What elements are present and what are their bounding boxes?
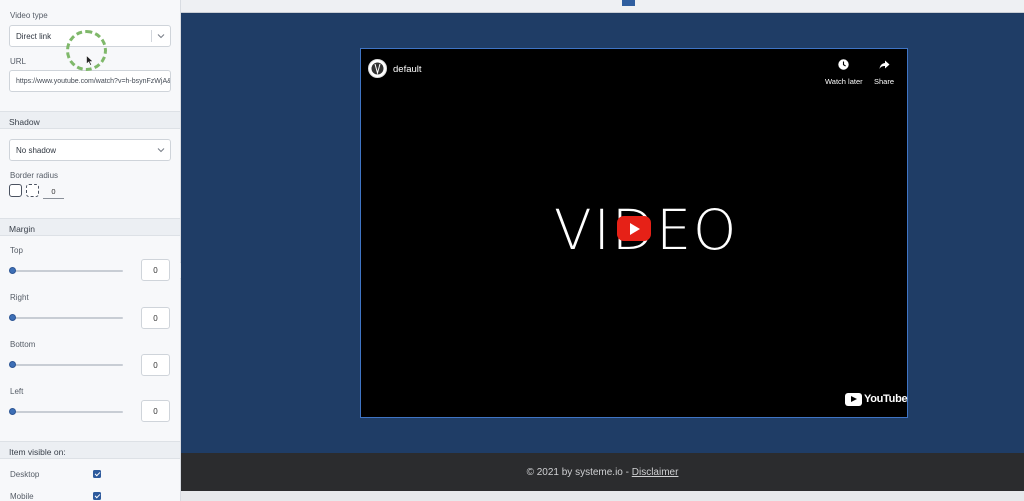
editor-top-strip <box>181 0 1024 13</box>
border-radius-label: Border radius <box>10 171 59 180</box>
channel-avatar-icon <box>371 62 384 75</box>
slider-handle[interactable] <box>9 267 16 274</box>
margin-bottom-input[interactable]: 0 <box>141 354 170 376</box>
section-drag-handle[interactable] <box>622 0 635 6</box>
video-type-value: Direct link <box>16 32 52 41</box>
device-desktop-checkbox[interactable] <box>93 470 101 478</box>
settings-sidebar: Video type Direct link URL https://www.y… <box>0 0 181 501</box>
youtube-play-box-icon <box>845 393 862 406</box>
margin-left-label: Left <box>10 387 24 396</box>
chevron-down-icon <box>157 34 165 39</box>
device-mobile-label: Mobile <box>10 492 34 501</box>
channel-avatar[interactable] <box>368 59 387 78</box>
watch-later-button[interactable]: Watch later <box>825 57 863 86</box>
margin-bottom-slider[interactable] <box>9 361 123 368</box>
margin-top-label: Top <box>10 246 23 255</box>
editor-bottom-strip <box>181 491 1024 501</box>
visibility-section-heading: Item visible on: <box>0 441 180 459</box>
margin-right-input[interactable]: 0 <box>141 307 170 329</box>
share-label: Share <box>874 77 895 86</box>
margin-right-label: Right <box>10 293 29 302</box>
clock-icon <box>838 59 850 70</box>
select-divider <box>151 30 152 42</box>
video-channel-title[interactable]: default <box>393 64 422 75</box>
page-footer: © 2021 by systeme.io - Disclaimer <box>181 453 1024 491</box>
shadow-value: No shadow <box>16 146 57 155</box>
margin-bottom-label: Bottom <box>10 340 36 349</box>
margin-top-slider[interactable] <box>9 267 123 274</box>
shadow-select[interactable]: No shadow <box>9 139 171 161</box>
margin-top-input[interactable]: 0 <box>141 259 170 281</box>
footer-copyright: © 2021 by systeme.io - <box>526 467 632 478</box>
slider-handle[interactable] <box>9 314 16 321</box>
url-label: URL <box>10 57 27 66</box>
margin-left-input[interactable]: 0 <box>141 400 170 422</box>
video-embed[interactable]: default Watch later Share VIDEO YouTube <box>360 48 908 418</box>
margin-section-heading: Margin <box>0 218 180 236</box>
border-radius-input[interactable]: 0 <box>43 185 64 199</box>
shadow-section-heading: Shadow <box>0 111 180 129</box>
slider-handle[interactable] <box>9 361 16 368</box>
play-icon[interactable] <box>617 216 651 241</box>
disclaimer-link[interactable]: Disclaimer <box>632 467 679 478</box>
watch-later-label: Watch later <box>825 77 863 86</box>
border-radius-custom-button[interactable] <box>26 184 39 197</box>
cursor-icon <box>86 55 94 66</box>
device-desktop-label: Desktop <box>10 470 40 479</box>
chevron-down-icon <box>157 148 165 153</box>
border-radius-rounded-button[interactable] <box>9 184 22 197</box>
youtube-logo-text: YouTube <box>864 393 908 405</box>
margin-left-slider[interactable] <box>9 408 123 415</box>
share-icon <box>879 60 889 69</box>
device-mobile-checkbox[interactable] <box>93 492 101 500</box>
url-input[interactable]: https://www.youtube.com/watch?v=h-bsynFz… <box>9 70 171 92</box>
margin-right-slider[interactable] <box>9 314 123 321</box>
slider-handle[interactable] <box>9 408 16 415</box>
video-type-label: Video type <box>10 11 48 20</box>
share-button[interactable]: Share <box>874 57 894 86</box>
